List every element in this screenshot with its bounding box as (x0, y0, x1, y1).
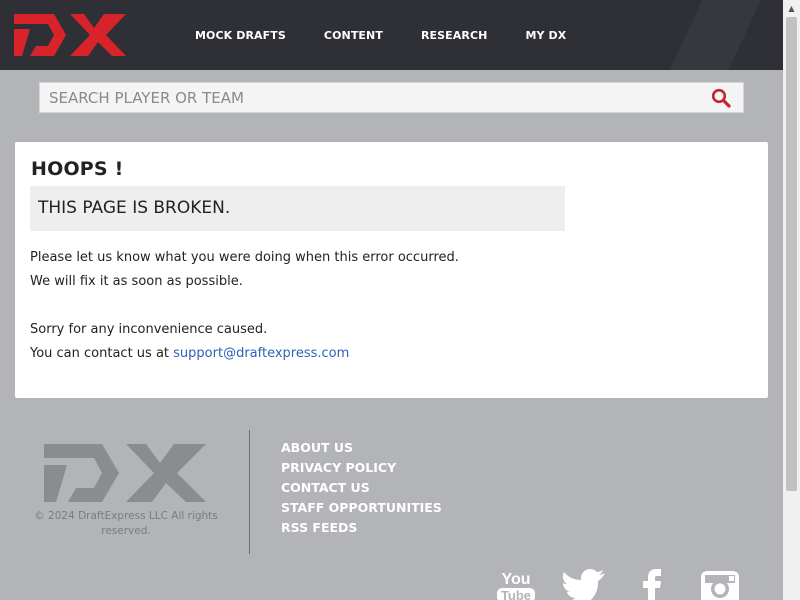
nav-item-my-dx[interactable]: MY DX (525, 29, 566, 42)
facebook-icon[interactable] (640, 569, 664, 600)
footer-link-about-us[interactable]: ABOUT US (281, 438, 442, 458)
site-header: MOCK DRAFTS CONTENT RESEARCH MY DX (0, 0, 783, 70)
error-message-line-3: Sorry for any inconvenience caused. (30, 322, 268, 337)
contact-prefix: You can contact us at (30, 346, 174, 361)
footer-links: ABOUT US PRIVACY POLICY CONTACT US STAFF… (281, 438, 442, 538)
contact-line: You can contact us at support@draftexpre… (30, 346, 349, 361)
error-subtitle: THIS PAGE IS BROKEN. (30, 186, 565, 231)
search-icon[interactable] (711, 88, 731, 108)
scrollbar-thumb[interactable] (786, 17, 797, 491)
twitter-icon[interactable] (561, 569, 607, 600)
search-box (39, 82, 744, 113)
dx-logo[interactable] (14, 14, 126, 56)
contact-email-link[interactable]: support@draftexpress.com (173, 346, 349, 361)
search-input[interactable] (40, 83, 700, 112)
header-decoration (600, 0, 783, 70)
page-scrollbar[interactable]: ▲ (783, 0, 800, 600)
error-message-line-1: Please let us know what you were doing w… (30, 250, 459, 265)
site-footer: © 2024 DraftExpress LLC All rights reser… (0, 414, 783, 600)
svg-text:You: You (501, 571, 530, 588)
footer-dx-logo[interactable] (44, 444, 206, 502)
footer-divider (249, 430, 250, 554)
footer-link-contact-us[interactable]: CONTACT US (281, 478, 442, 498)
scroll-up-arrow-icon[interactable]: ▲ (783, 0, 800, 17)
svg-text:Tube: Tube (501, 588, 531, 600)
copyright-text: © 2024 DraftExpress LLC All rights reser… (34, 510, 218, 537)
search-bar-area (0, 70, 783, 126)
error-message-line-2: We will fix it as soon as possible. (30, 274, 243, 289)
nav-item-mock-drafts[interactable]: MOCK DRAFTS (195, 29, 286, 42)
youtube-icon[interactable]: You Tube (496, 569, 536, 600)
instagram-icon[interactable] (700, 569, 740, 600)
nav-item-content[interactable]: CONTENT (324, 29, 383, 42)
nav-item-research[interactable]: RESEARCH (421, 29, 487, 42)
footer-link-staff-opportunities[interactable]: STAFF OPPORTUNITIES (281, 498, 442, 518)
footer-link-rss-feeds[interactable]: RSS FEEDS (281, 518, 442, 538)
footer-link-privacy-policy[interactable]: PRIVACY POLICY (281, 458, 442, 478)
error-card: HOOPS ! THIS PAGE IS BROKEN. Please let … (15, 142, 768, 398)
main-nav: MOCK DRAFTS CONTENT RESEARCH MY DX (195, 0, 604, 70)
error-title: HOOPS ! (31, 158, 124, 180)
